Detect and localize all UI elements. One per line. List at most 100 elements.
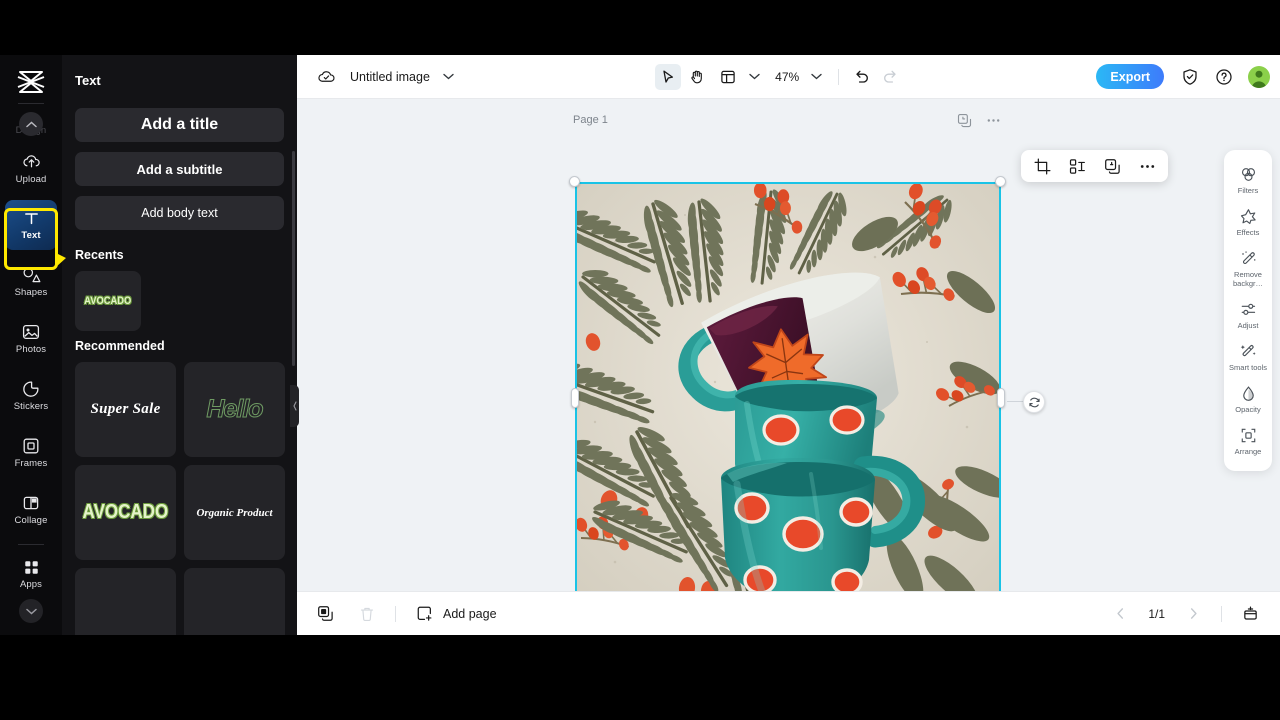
toolbar-divider [838, 68, 840, 85]
canvas-area[interactable]: Page 1 Filters Effects Remove backgr… Ad… [297, 99, 1280, 591]
page-label: Page 1 [573, 114, 608, 126]
sidebar-item-photos[interactable]: Photos [5, 314, 57, 364]
frames-icon [22, 437, 40, 455]
sidebar-item-upload[interactable]: Upload [5, 143, 57, 193]
sidebar-item-label: Apps [19, 578, 43, 590]
recommended-card-label: Hello [206, 395, 264, 424]
add-a-subtitle-button[interactable]: Add a subtitle [75, 152, 284, 186]
bottom-toolbar: Add page 1/1 [297, 591, 1280, 635]
tool-opacity[interactable]: Opacity [1225, 378, 1271, 420]
sidebar-item-shapes[interactable]: Shapes [5, 257, 57, 307]
sidebar-item-apps[interactable]: Apps [5, 549, 57, 599]
arrange-frame-icon [1240, 427, 1257, 444]
collage-icon [22, 494, 40, 512]
tool-effects[interactable]: Effects [1225, 201, 1271, 243]
add-page-icon[interactable] [412, 602, 436, 626]
add-a-title-button[interactable]: Add a title [75, 108, 284, 142]
add-page-label[interactable]: Add page [443, 607, 497, 621]
cutout-icon[interactable] [1065, 154, 1089, 178]
tool-remove-background[interactable]: Remove backgr… [1225, 243, 1271, 294]
duplicate-page-button[interactable] [313, 602, 337, 626]
effects-sparkle-icon [1240, 208, 1257, 225]
page-more-horizontal-icon[interactable] [986, 113, 1001, 128]
artwork-image[interactable] [575, 182, 1001, 591]
sidebar-item-label: Photos [15, 344, 47, 355]
cloud-saved-icon[interactable] [313, 64, 339, 90]
duplicate-icon[interactable] [1100, 154, 1124, 178]
select-tool-button[interactable] [655, 63, 682, 90]
tool-smart-tools[interactable]: Smart tools [1225, 336, 1271, 378]
rail-expand-button[interactable] [19, 599, 43, 623]
resize-handle-top-right[interactable] [995, 176, 1006, 187]
sidebar-item-frames[interactable]: Frames [5, 428, 57, 478]
hand-pan-tool-button[interactable] [684, 64, 710, 90]
redo-button[interactable] [877, 64, 903, 90]
duplicate-page-icon[interactable] [957, 113, 972, 128]
help-question-circle-icon[interactable] [1211, 64, 1237, 90]
recommended-card[interactable] [184, 568, 285, 635]
recommended-card[interactable]: AVOCADO [75, 465, 176, 560]
tool-arrange[interactable]: Arrange [1225, 420, 1271, 462]
layout-dropdown-chevron-down-icon[interactable] [741, 64, 767, 90]
page-tools [957, 113, 1001, 128]
more-horizontal-icon[interactable] [1135, 154, 1159, 178]
recommended-card-label: AVOCADO [82, 501, 169, 523]
panel-collapse-handle[interactable] [290, 385, 299, 427]
sidebar-item-label: Collage [14, 515, 48, 526]
tool-filters[interactable]: Filters [1225, 159, 1271, 201]
adjust-sliders-icon [1240, 301, 1257, 318]
tool-adjust[interactable]: Adjust [1225, 294, 1271, 336]
shield-check-icon[interactable] [1177, 64, 1203, 90]
selected-image-wrapper[interactable] [569, 150, 1168, 591]
filters-circles-icon [1240, 166, 1257, 183]
recommended-card-label: Super Sale [90, 401, 161, 417]
zoom-dropdown-chevron-down-icon[interactable] [803, 64, 829, 90]
export-button[interactable]: Export [1096, 64, 1164, 89]
top-toolbar: Untitled image 47% Export [297, 55, 1280, 99]
layout-panel-icon[interactable] [715, 64, 741, 90]
add-body-text-button[interactable]: Add body text [75, 196, 284, 230]
undo-button[interactable] [848, 64, 874, 90]
opacity-drop-icon [1240, 385, 1257, 402]
tool-label: Opacity [1235, 405, 1261, 414]
tool-label: Arrange [1234, 447, 1262, 456]
recommended-card[interactable]: Super Sale [75, 362, 176, 457]
previous-page-button[interactable] [1108, 602, 1132, 626]
zoom-level-value[interactable]: 47% [775, 70, 799, 84]
sidebar-item-text[interactable]: Text [5, 200, 57, 250]
sidebar-item-label: Frames [14, 458, 48, 469]
next-page-button[interactable] [1181, 602, 1205, 626]
photo-icon [22, 323, 40, 341]
sidebar-item-collage[interactable]: Collage [5, 485, 57, 535]
document-dropdown-chevron-down-icon[interactable] [436, 64, 462, 90]
crop-icon[interactable] [1030, 154, 1054, 178]
rotate-handle-icon[interactable] [1023, 391, 1045, 413]
tool-label: Filters [1237, 186, 1259, 195]
sticker-icon [22, 380, 40, 398]
apps-grid-icon [23, 559, 40, 576]
recommended-heading: Recommended [75, 339, 165, 353]
user-avatar[interactable] [1248, 65, 1270, 88]
delete-page-button[interactable] [355, 602, 379, 626]
rail-collapse-button[interactable] [19, 112, 43, 136]
document-name[interactable]: Untitled image [350, 70, 430, 84]
smart-tools-wand-icon [1240, 343, 1257, 360]
resize-handle-right[interactable] [997, 388, 1005, 408]
recommended-card[interactable]: Hello [184, 362, 285, 457]
resize-handle-top-left[interactable] [569, 176, 580, 187]
panel-scrollbar[interactable] [292, 151, 295, 366]
recent-card-label: AVOCADO [84, 295, 132, 307]
text-panel: Text Add a title Add a subtitle Add body… [62, 55, 297, 635]
present-icon[interactable] [1238, 602, 1262, 626]
rail-divider-2 [18, 544, 44, 545]
recent-text-style-card[interactable]: AVOCADO [75, 271, 141, 331]
resize-handle-left[interactable] [571, 388, 579, 408]
tool-label: Adjust [1237, 321, 1259, 330]
recommended-card[interactable] [75, 568, 176, 635]
upload-cloud-icon [22, 152, 41, 171]
tool-label: Effects [1236, 228, 1260, 237]
sidebar-item-stickers[interactable]: Stickers [5, 371, 57, 421]
editor-main: Untitled image 47% Export Page 1 Filters… [297, 55, 1280, 635]
recents-row: AVOCADO [62, 271, 297, 331]
recommended-card[interactable]: Organic Product [184, 465, 285, 560]
